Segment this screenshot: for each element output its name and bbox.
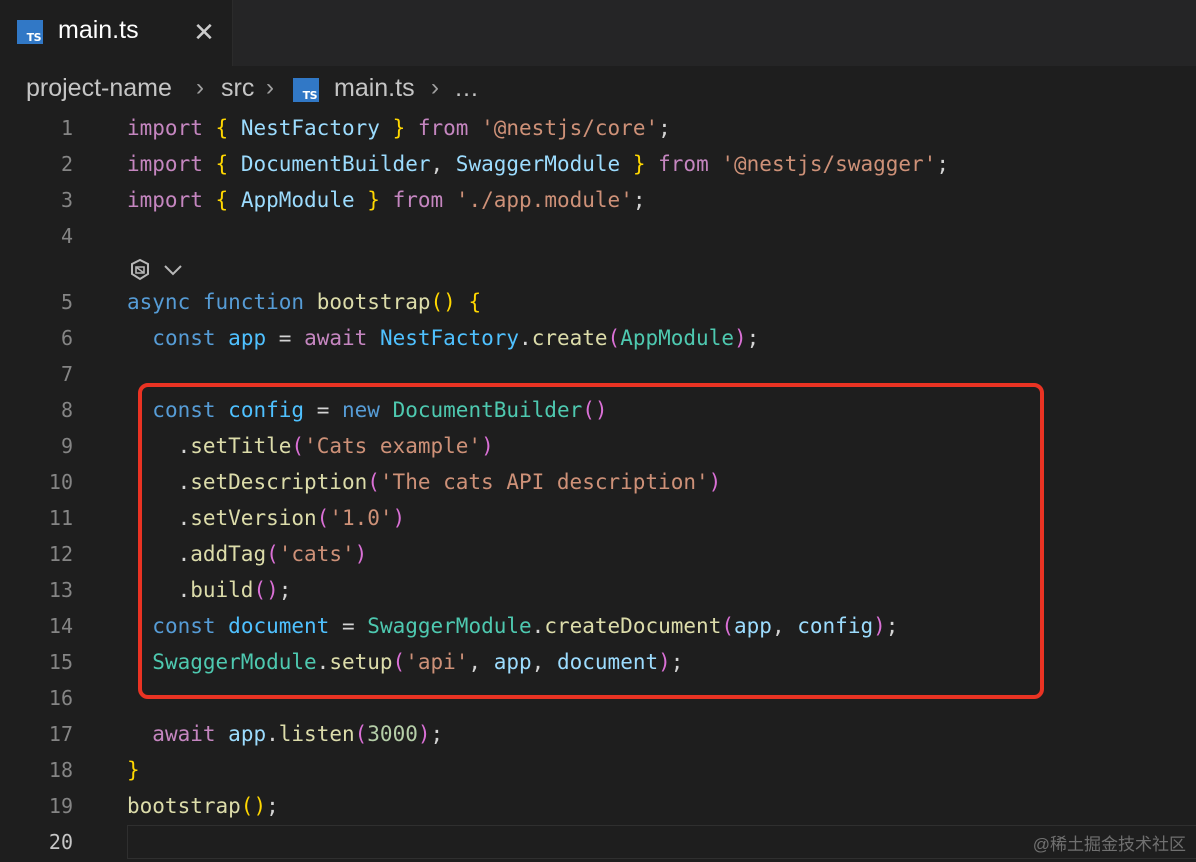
chevron-right-icon: ›: [431, 74, 439, 101]
line-number: 13: [48, 578, 73, 602]
ai-codelens-icon[interactable]: [128, 258, 188, 282]
code-line-2[interactable]: import { DocumentBuilder, SwaggerModule …: [127, 146, 949, 182]
code-line-18[interactable]: }: [127, 752, 140, 788]
line-number: 11: [48, 506, 73, 530]
tab-bar: TS main.ts ✕: [0, 0, 1196, 66]
breadcrumb-item-file[interactable]: main.ts: [334, 74, 415, 103]
line-number: 17: [48, 722, 73, 746]
typescript-file-icon: TS: [293, 78, 319, 102]
code-line-1[interactable]: import { NestFactory } from '@nestjs/cor…: [127, 110, 671, 146]
chevron-right-icon: ›: [266, 74, 274, 101]
line-number: 10: [48, 470, 73, 494]
line-number: 15: [48, 650, 73, 674]
line-number: 19: [48, 794, 73, 818]
line-number: 7: [60, 362, 73, 386]
tab-main-ts[interactable]: TS main.ts ✕: [0, 0, 233, 66]
chevron-down-icon[interactable]: [164, 265, 182, 276]
line-number: 1: [60, 116, 73, 140]
line-number: 20: [48, 830, 73, 854]
line-number: 18: [48, 758, 73, 782]
tab-label: main.ts: [58, 16, 139, 44]
line-number: 4: [60, 224, 73, 248]
chevron-right-icon: ›: [196, 74, 204, 101]
highlight-annotation-box: [138, 383, 1044, 699]
line-number: 16: [48, 686, 73, 710]
typescript-file-icon: TS: [17, 20, 43, 44]
code-line-17[interactable]: await app.listen(3000);: [127, 716, 443, 752]
line-number: 9: [60, 434, 73, 458]
line-number: 5: [60, 290, 73, 314]
code-line-3[interactable]: import { AppModule } from './app.module'…: [127, 182, 646, 218]
code-line-19[interactable]: bootstrap();: [127, 788, 279, 824]
line-number: 12: [48, 542, 73, 566]
breadcrumb-item-project[interactable]: project-name: [26, 74, 172, 103]
breadcrumb-item-symbols[interactable]: …: [454, 74, 479, 103]
line-number: 8: [60, 398, 73, 422]
code-line-5[interactable]: async function bootstrap() {: [127, 284, 481, 320]
codelens[interactable]: [128, 258, 188, 282]
breadcrumb-item-src[interactable]: src: [221, 74, 254, 103]
close-icon[interactable]: ✕: [191, 17, 217, 47]
line-number: 14: [48, 614, 73, 638]
watermark: @稀土掘金技术社区: [1032, 835, 1186, 854]
line-number: 6: [60, 326, 73, 350]
code-line-6[interactable]: const app = await NestFactory.create(App…: [127, 320, 759, 356]
line-number: 3: [60, 188, 73, 212]
line-number: 2: [60, 152, 73, 176]
